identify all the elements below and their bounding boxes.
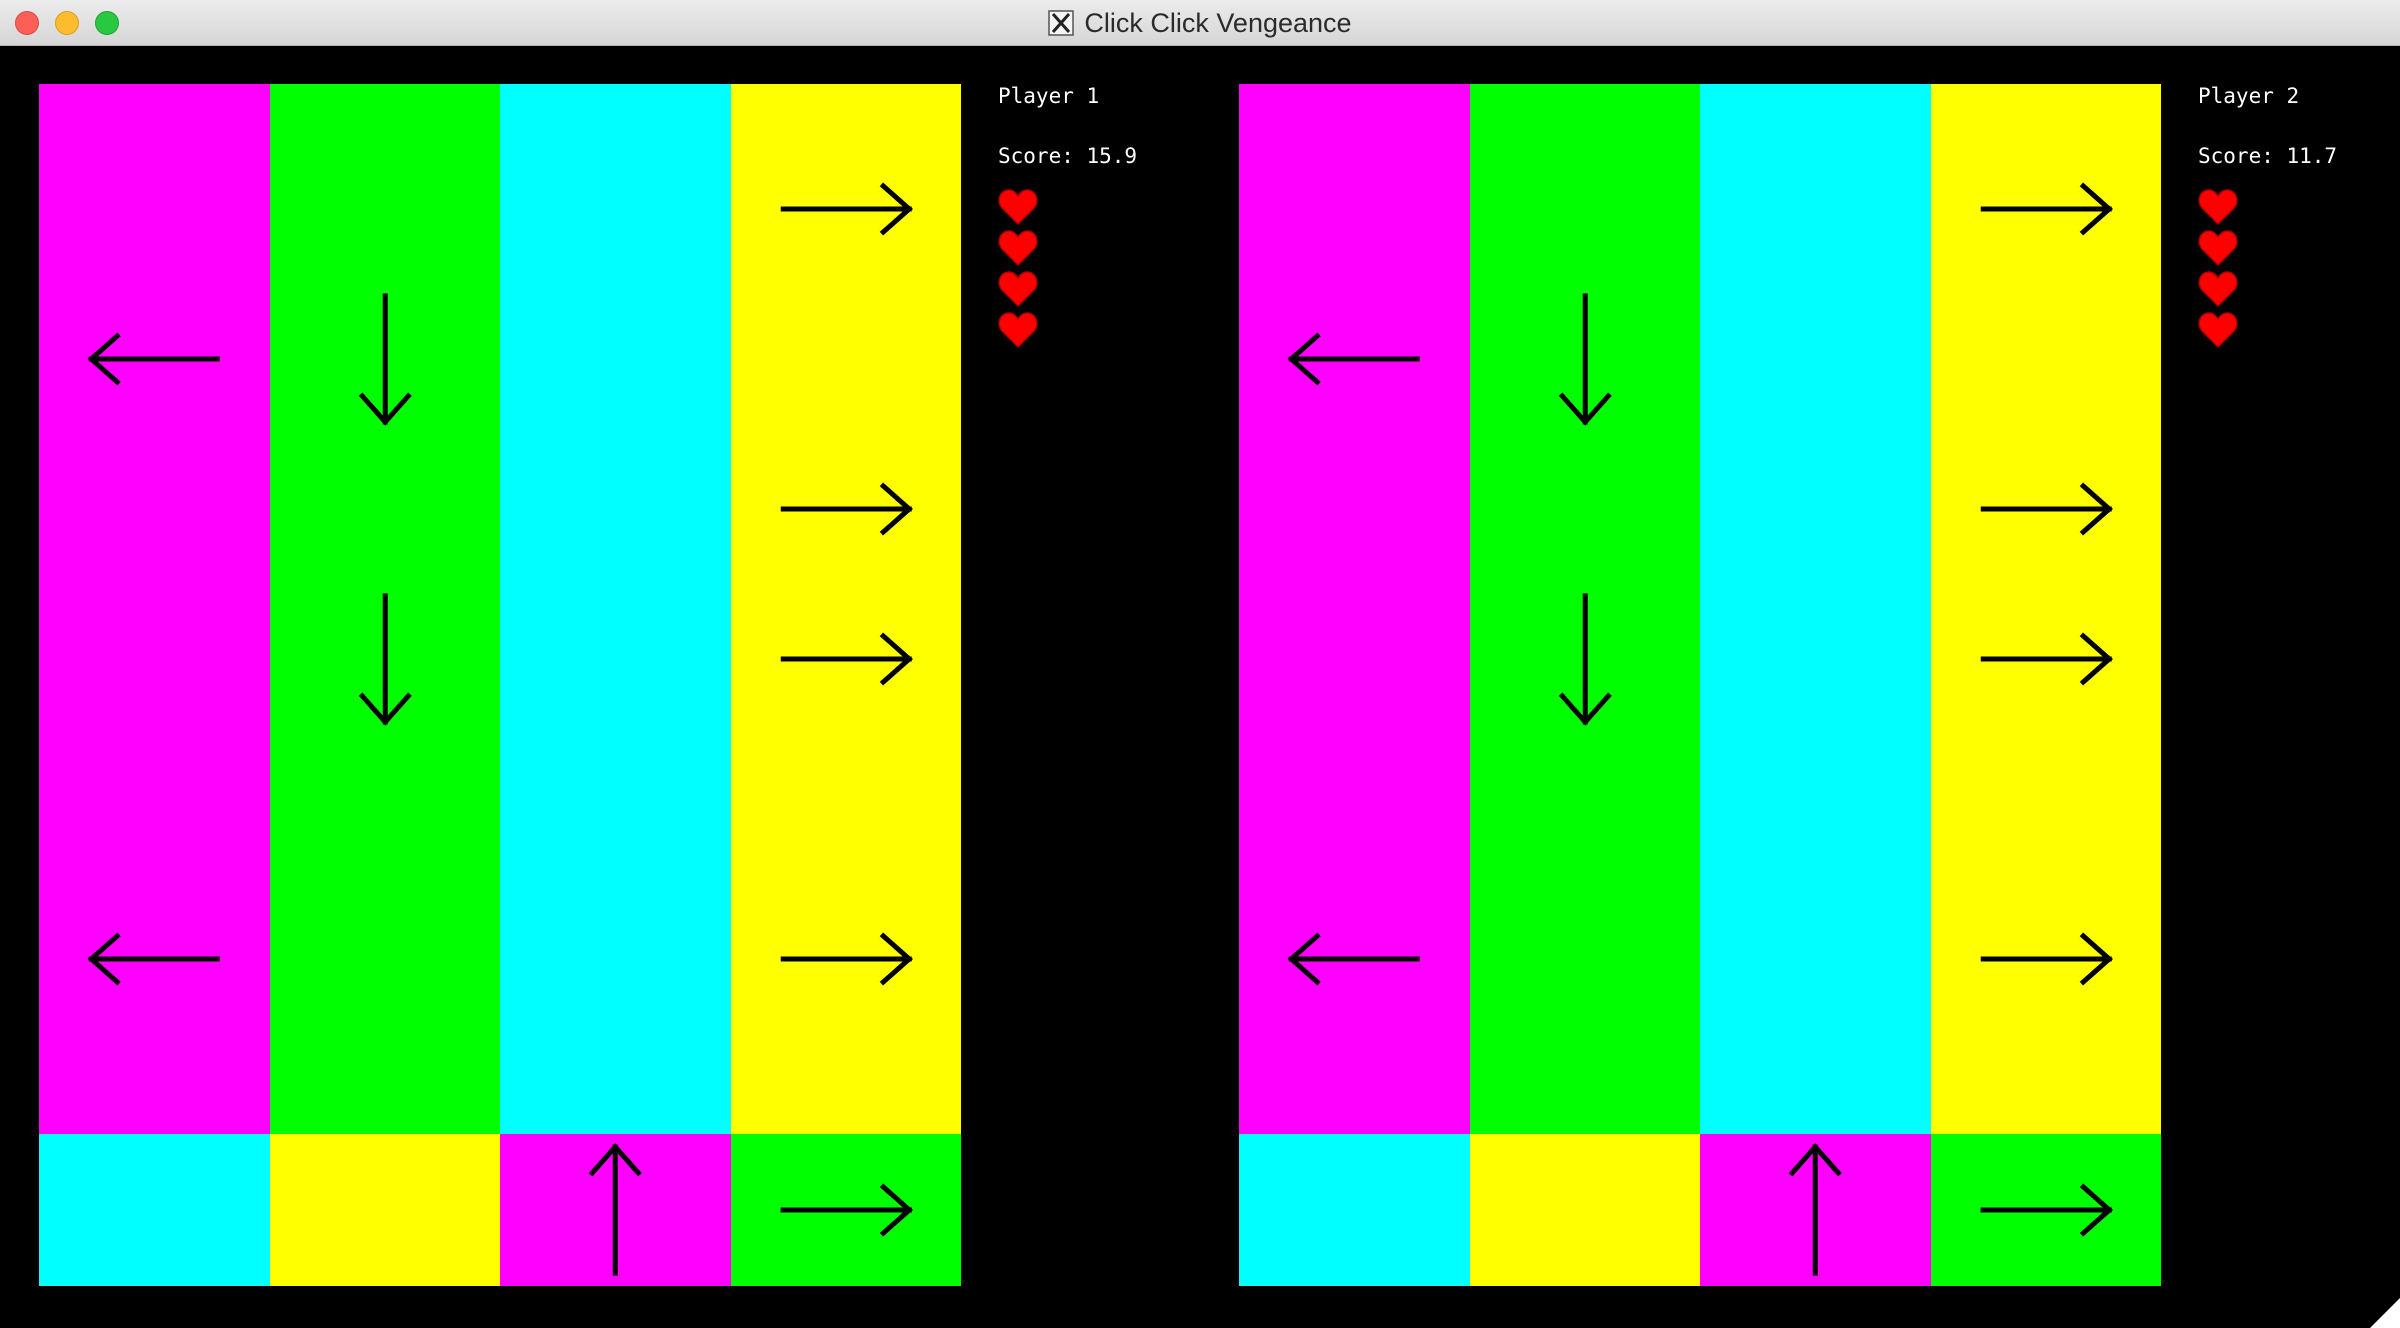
right-arrow-icon <box>1980 632 2113 686</box>
down-arrow-icon <box>358 293 412 426</box>
heart-icon <box>998 312 1038 349</box>
right-arrow-icon <box>780 482 913 536</box>
heart-icon <box>2198 230 2238 267</box>
note-left <box>1239 884 1470 1034</box>
up-arrow-icon <box>1788 1143 1842 1276</box>
note-right <box>731 434 962 584</box>
note-right <box>731 134 962 284</box>
heart-icon <box>2198 189 2238 226</box>
left-arrow-icon <box>87 332 220 386</box>
target-cell-1[interactable] <box>1239 1134 1470 1286</box>
note-left <box>1239 284 1470 434</box>
left-arrow-icon <box>87 932 220 986</box>
note-down <box>270 284 501 434</box>
target-cell-4[interactable] <box>1930 1134 2161 1286</box>
right-arrow-icon <box>780 1183 913 1237</box>
note-left <box>39 884 270 1034</box>
player-2-name: Player 2 <box>2198 84 2300 108</box>
note-right <box>731 884 962 1034</box>
player-2-lives <box>2198 188 2242 352</box>
lane-3 <box>500 84 731 1286</box>
player-1-name: Player 1 <box>998 84 1100 108</box>
right-arrow-icon <box>780 632 913 686</box>
window-titlebar: Click Click Vengeance <box>0 0 2400 46</box>
right-arrow-icon <box>780 932 913 986</box>
note-down <box>270 584 501 734</box>
player-2-board[interactable] <box>1239 84 2161 1286</box>
right-arrow-icon <box>780 182 913 236</box>
note-right <box>1931 584 2162 734</box>
target-cell-3[interactable] <box>500 1134 731 1286</box>
heart-icon <box>2198 271 2238 308</box>
target-cell-3[interactable] <box>1700 1134 1931 1286</box>
resize-grip[interactable] <box>2370 1298 2400 1328</box>
heart-icon <box>2198 312 2238 349</box>
down-arrow-icon <box>358 593 412 726</box>
x11-icon <box>1048 10 1075 36</box>
down-arrow-icon <box>1558 293 1612 426</box>
player-1-board[interactable] <box>39 84 961 1286</box>
note-down <box>1470 284 1701 434</box>
game-area[interactable]: Player 1 Score: 15.9 Player 2 Score: 11.… <box>0 46 2400 1328</box>
right-arrow-icon <box>1980 482 2113 536</box>
lane-1 <box>39 84 270 1286</box>
heart-icon <box>998 189 1038 226</box>
left-arrow-icon <box>1287 332 1420 386</box>
lane-1 <box>1239 84 1470 1286</box>
right-arrow-icon <box>1980 1183 2113 1237</box>
note-left <box>39 284 270 434</box>
window-title: Click Click Vengeance <box>1084 7 1352 38</box>
player-2-score: Score: 11.7 <box>2198 144 2338 168</box>
note-right <box>1931 884 2162 1034</box>
target-cell-1[interactable] <box>39 1134 270 1286</box>
target-cell-2[interactable] <box>1469 1134 1700 1286</box>
heart-icon <box>998 230 1038 267</box>
target-cell-4[interactable] <box>730 1134 961 1286</box>
player-1-lives <box>998 188 1042 352</box>
left-arrow-icon <box>1287 932 1420 986</box>
lane-3 <box>1700 84 1931 1286</box>
player-1-score: Score: 15.9 <box>998 144 1138 168</box>
note-right <box>1931 434 2162 584</box>
note-right <box>731 584 962 734</box>
target-cell-2[interactable] <box>269 1134 500 1286</box>
note-down <box>1470 584 1701 734</box>
right-arrow-icon <box>1980 182 2113 236</box>
right-arrow-icon <box>1980 932 2113 986</box>
down-arrow-icon <box>1558 593 1612 726</box>
window-title-group: Click Click Vengeance <box>0 0 2400 46</box>
heart-icon <box>998 271 1038 308</box>
up-arrow-icon <box>588 1143 642 1276</box>
note-right <box>1931 134 2162 284</box>
